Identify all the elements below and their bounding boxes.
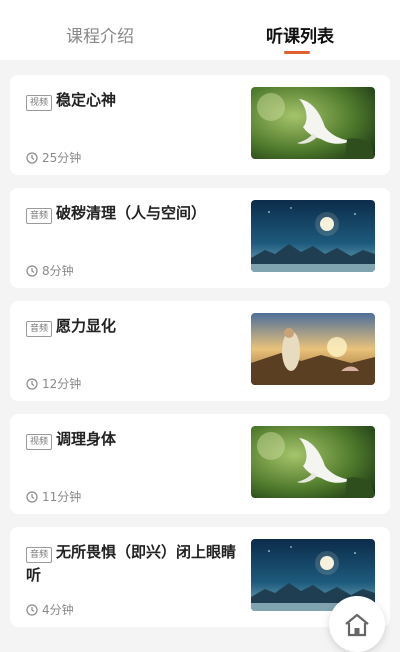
home-button[interactable] <box>329 596 385 652</box>
lesson-card[interactable]: 视频 调理身体 11分钟 <box>10 414 390 514</box>
lesson-duration: 25分钟 <box>26 149 81 166</box>
media-type-badge: 视频 <box>26 95 52 111</box>
duration-text: 25分钟 <box>42 151 82 165</box>
lesson-title: 愿力显化 <box>56 317 117 335</box>
lesson-title: 破秽清理（人与空间） <box>56 204 207 222</box>
tab-course-intro[interactable]: 课程介绍 <box>0 22 200 47</box>
clock-icon <box>26 490 38 503</box>
lesson-duration: 11分钟 <box>26 488 81 505</box>
duration-text: 4分钟 <box>42 603 74 617</box>
media-type-badge: 视频 <box>26 434 52 450</box>
duration-text: 11分钟 <box>42 490 82 504</box>
tab-lesson-list[interactable]: 听课列表 <box>200 22 400 47</box>
lesson-title: 稳定心神 <box>56 91 117 109</box>
lesson-card[interactable]: 音频 愿力显化 12分钟 <box>10 301 390 401</box>
clock-icon <box>26 264 38 277</box>
duration-text: 12分钟 <box>42 377 82 391</box>
tab-bar: 课程介绍 听课列表 <box>0 0 400 60</box>
lesson-duration: 8分钟 <box>26 262 74 279</box>
lesson-title: 调理身体 <box>56 430 117 448</box>
clock-icon <box>26 603 38 616</box>
lesson-card[interactable]: 音频 破秽清理（人与空间） 8分钟 <box>10 188 390 288</box>
duration-text: 8分钟 <box>42 264 74 278</box>
lesson-duration: 12分钟 <box>26 375 81 392</box>
clock-icon <box>26 151 38 164</box>
media-type-badge: 音频 <box>26 321 52 337</box>
media-type-badge: 音频 <box>26 208 52 224</box>
active-tab-indicator <box>284 51 310 54</box>
lesson-card[interactable]: 视频 稳定心神 25分钟 <box>10 75 390 175</box>
lesson-title: 无所畏惧（即兴）闭上眼睛听 <box>26 543 237 584</box>
home-icon <box>345 613 369 637</box>
lesson-thumbnail[interactable] <box>251 87 375 159</box>
lesson-thumbnail[interactable] <box>251 426 375 498</box>
lesson-thumbnail[interactable] <box>251 200 375 272</box>
clock-icon <box>26 377 38 390</box>
lesson-thumbnail[interactable] <box>251 313 375 385</box>
lesson-duration: 4分钟 <box>26 601 74 618</box>
